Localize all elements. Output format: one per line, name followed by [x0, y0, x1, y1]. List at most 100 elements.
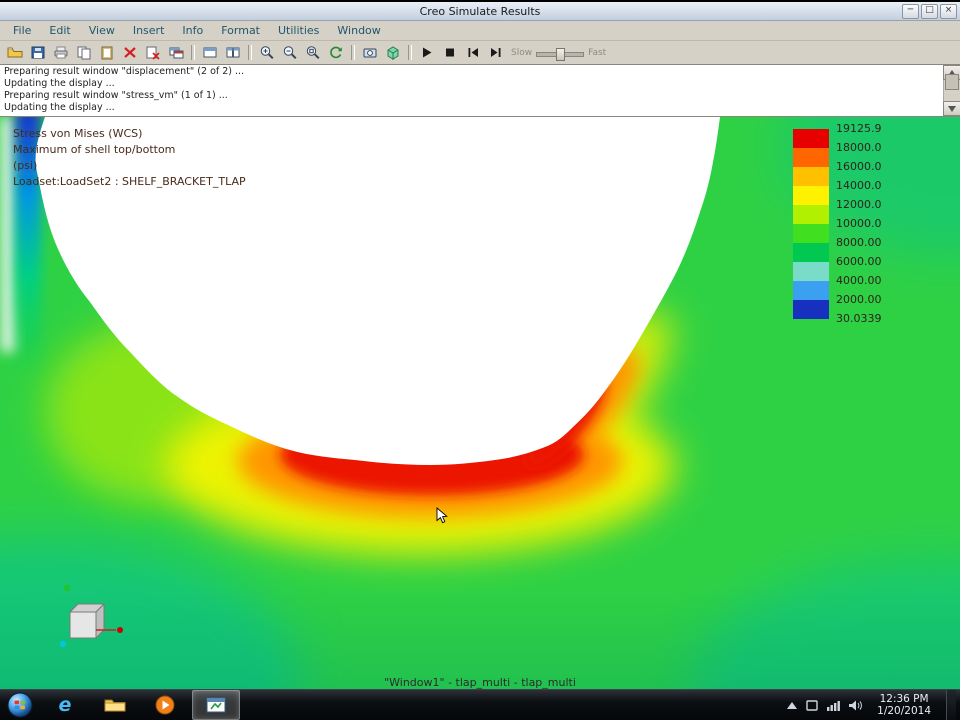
taskbar-ie-button[interactable]: e [42, 691, 88, 719]
legend-band [793, 300, 829, 319]
fringe-legend: 19125.9 18000.0 16000.0 14000.0 12000.0 … [793, 129, 829, 319]
clock[interactable]: 12:36 PM 1/20/2014 [871, 693, 937, 717]
legend-value: 18000.0 [836, 142, 882, 154]
media-player-icon [155, 695, 175, 715]
last-frame-icon [488, 45, 504, 60]
slow-label: Slow [511, 48, 532, 58]
open-button[interactable] [4, 43, 26, 63]
result-title-block: Stress von Mises (WCS) Maximum of shell … [13, 126, 246, 190]
first-frame-button[interactable] [462, 43, 484, 63]
menu-file[interactable]: File [4, 24, 40, 37]
result-title-line: Maximum of shell top/bottom [13, 142, 246, 158]
tile-windows-button[interactable] [222, 43, 244, 63]
folder-icon [104, 697, 126, 713]
copy-button[interactable] [73, 43, 95, 63]
zoom-in-icon [259, 45, 275, 60]
print-icon [53, 45, 69, 60]
new-window-button[interactable] [199, 43, 221, 63]
legend-band [793, 224, 829, 243]
last-frame-button[interactable] [485, 43, 507, 63]
copy-icon [76, 45, 92, 60]
slider-thumb[interactable] [556, 48, 565, 61]
display-mode-button[interactable] [382, 43, 404, 63]
result-title-line: (psi) [13, 158, 246, 174]
creo-window: Creo Simulate Results ─ □ × File Edit Vi… [0, 0, 960, 695]
volume-icon[interactable] [849, 700, 862, 711]
hidden-icons-chevron-icon[interactable] [787, 702, 797, 709]
start-orb-icon [7, 692, 33, 718]
taskbar-creo-button[interactable] [192, 690, 240, 720]
zoom-in-button[interactable] [256, 43, 278, 63]
log-scrollbar[interactable] [943, 65, 960, 116]
start-button[interactable] [0, 691, 40, 719]
clock-time: 12:36 PM [877, 693, 931, 705]
legend-band [793, 205, 829, 224]
maximize-button[interactable]: □ [921, 4, 938, 19]
creo-app-icon [206, 697, 226, 713]
desktop: Creo Simulate Results ─ □ × File Edit Vi… [0, 0, 960, 720]
results-viewport[interactable]: Stress von Mises (WCS) Maximum of shell … [0, 117, 960, 695]
play-button[interactable] [416, 43, 438, 63]
internet-explorer-icon: e [59, 696, 72, 715]
tile-windows-icon [225, 45, 241, 60]
show-desktop-button[interactable] [946, 690, 956, 720]
menu-insert[interactable]: Insert [124, 24, 174, 37]
result-title-line: Stress von Mises (WCS) [13, 126, 246, 142]
zoom-out-button[interactable] [279, 43, 301, 63]
log-line: Updating the display ... [4, 78, 940, 90]
menu-info[interactable]: Info [173, 24, 212, 37]
minimize-button[interactable]: ─ [902, 4, 919, 19]
clipboard-button[interactable] [96, 43, 118, 63]
menu-format[interactable]: Format [212, 24, 269, 37]
repaint-button[interactable] [325, 43, 347, 63]
menu-view[interactable]: View [80, 24, 124, 37]
menu-edit[interactable]: Edit [40, 24, 79, 37]
log-line: Preparing result window "displacement" (… [4, 66, 940, 78]
saved-views-icon [362, 45, 378, 60]
taskbar-media-button[interactable] [142, 691, 188, 719]
copy-window-button[interactable] [165, 43, 187, 63]
toolbar: Slow Fast [0, 41, 960, 65]
new-window-icon [202, 45, 218, 60]
network-icon[interactable] [827, 700, 840, 711]
system-tray: 12:36 PM 1/20/2014 [787, 690, 960, 720]
legend-band [793, 186, 829, 205]
legend-value: 30.0339 [836, 313, 882, 325]
menu-utilities[interactable]: Utilities [269, 24, 328, 37]
stop-button[interactable] [439, 43, 461, 63]
toolbar-separator [248, 45, 252, 60]
taskbar-explorer-button[interactable] [92, 691, 138, 719]
result-title-line: Loadset:LoadSet2 : SHELF_BRACKET_TLAP [13, 174, 246, 190]
legend-value: 8000.00 [836, 237, 882, 249]
legend-band [793, 262, 829, 281]
legend-value: 4000.00 [836, 275, 882, 287]
close-button[interactable]: × [940, 4, 957, 19]
open-icon [7, 45, 23, 60]
save-button[interactable] [27, 43, 49, 63]
legend-value: 10000.0 [836, 218, 882, 230]
action-center-icon[interactable] [806, 700, 818, 711]
speed-slider[interactable] [536, 46, 584, 60]
taskbar: e 12:36 PM 1/20/2014 [0, 689, 960, 720]
legend-value: 14000.0 [836, 180, 882, 192]
title-bar[interactable]: Creo Simulate Results ─ □ × [0, 0, 960, 21]
legend-value: 19125.9 [836, 123, 882, 135]
window-controls: ─ □ × [902, 4, 957, 19]
refit-icon [305, 45, 321, 60]
spin-center-bottom-marker [60, 641, 66, 647]
delete-button[interactable] [119, 43, 141, 63]
log-line: Preparing result window "stress_vm" (1 o… [4, 90, 940, 102]
legend-band [793, 167, 829, 186]
menu-window[interactable]: Window [328, 24, 389, 37]
saved-views-button[interactable] [359, 43, 381, 63]
first-frame-icon [465, 45, 481, 60]
scrollbar-thumb[interactable] [945, 74, 959, 90]
scroll-down-icon[interactable] [943, 101, 960, 116]
refit-button[interactable] [302, 43, 324, 63]
print-button[interactable] [50, 43, 72, 63]
log-line: Updating the display ... [4, 102, 940, 114]
legend-band [793, 129, 829, 148]
toolbar-separator [408, 45, 412, 60]
erase-window-button[interactable] [142, 43, 164, 63]
legend-band [793, 281, 829, 300]
